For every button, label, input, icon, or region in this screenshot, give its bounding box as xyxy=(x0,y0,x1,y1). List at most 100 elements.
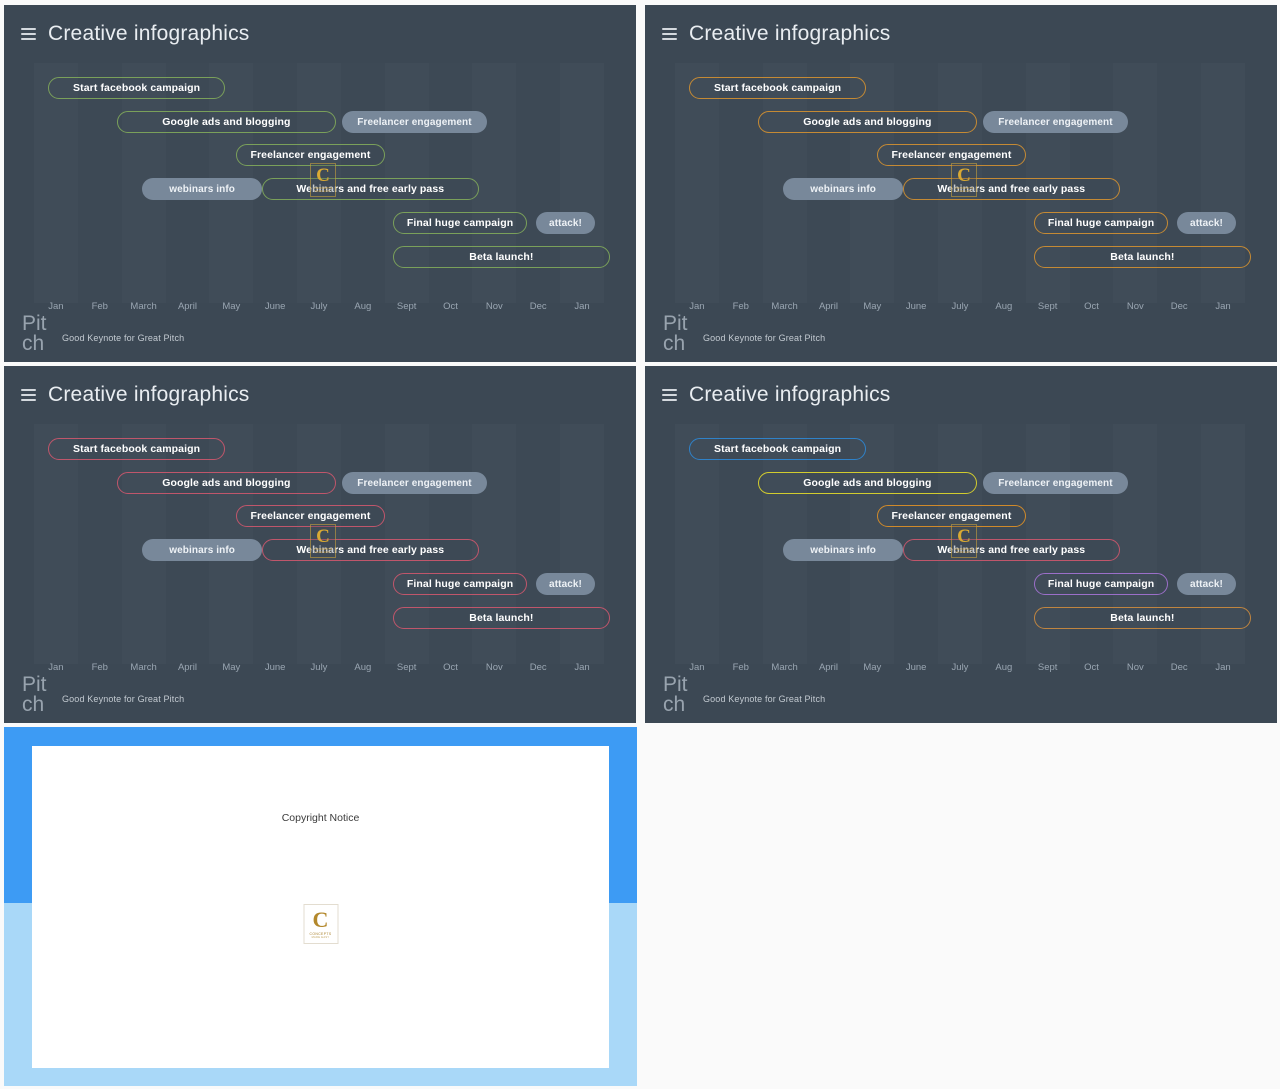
hamburger-menu-icon[interactable] xyxy=(21,389,36,401)
gantt-bar-label: Freelancer engagement xyxy=(250,510,371,522)
footer-brand: Pitch xyxy=(663,673,688,716)
copyright-sheet: Copyright Notice C CONCEPTS MADE EASY xyxy=(32,746,609,1068)
gantt-bar[interactable]: Freelancer engagement xyxy=(341,472,488,494)
gantt-bar-label: Webinars and free early pass xyxy=(937,544,1086,556)
gantt-bar-label: Freelancer engagement xyxy=(357,477,472,489)
gantt-bars: Start facebook campaign Google ads and bl… xyxy=(34,63,610,303)
footer-brand: Pitch xyxy=(22,673,47,716)
gantt-bar-label: Google ads and blogging xyxy=(803,116,932,128)
gantt-bar-label: Freelancer engagement xyxy=(998,477,1113,489)
gantt-bar-label: Beta launch! xyxy=(469,612,534,624)
screenshot-canvas: Creative infographics Start facebook cam… xyxy=(0,0,1280,1089)
copyright-notice-title: Copyright Notice xyxy=(281,812,360,824)
gantt-bar[interactable]: Google ads and blogging xyxy=(116,472,337,494)
footer-subtitle: Good Keynote for Great Pitch xyxy=(703,333,826,343)
gantt-bar[interactable]: Google ads and blogging xyxy=(757,472,978,494)
gantt-bar[interactable]: Start facebook campaign xyxy=(689,77,866,99)
gantt-bar-label: Final huge campaign xyxy=(1047,217,1155,229)
gantt-bar[interactable]: Freelancer engagement xyxy=(341,111,488,133)
logo-letter: C xyxy=(312,907,329,932)
gantt-bar[interactable]: attack! xyxy=(535,212,596,234)
gantt-bar-label: webinars info xyxy=(810,183,877,195)
gantt-bar-label: Start facebook campaign xyxy=(714,82,842,94)
gantt-bar-label: Webinars and free early pass xyxy=(937,183,1086,195)
gantt-bars: Start facebook campaign Google ads and bl… xyxy=(675,424,1251,664)
gantt-plot-area: Start facebook campaign Google ads and bl… xyxy=(34,63,610,303)
gantt-bar-label: Webinars and free early pass xyxy=(296,544,445,556)
gantt-bar[interactable]: webinars info xyxy=(783,539,903,561)
slide-panel-top-right[interactable]: Creative infographics Start facebook cam… xyxy=(645,5,1277,362)
gantt-bar-label: Freelancer engagement xyxy=(891,149,1012,161)
gantt-bar[interactable]: attack! xyxy=(1176,212,1237,234)
gantt-bar[interactable]: webinars info xyxy=(142,539,262,561)
slide-panel-bottom-left[interactable]: Creative infographics Start facebook cam… xyxy=(4,366,636,723)
gantt-bar[interactable]: Freelancer engagement xyxy=(236,144,385,166)
gantt-bar[interactable]: Start facebook campaign xyxy=(48,438,225,460)
gantt-bar[interactable]: Webinars and free early pass xyxy=(903,539,1120,561)
gantt-bar[interactable]: Freelancer engagement xyxy=(236,505,385,527)
gantt-bar[interactable]: Freelancer engagement xyxy=(877,144,1026,166)
gantt-bar[interactable]: attack! xyxy=(535,573,596,595)
gantt-bar[interactable]: webinars info xyxy=(783,178,903,200)
gantt-bar[interactable]: Beta launch! xyxy=(1034,246,1251,268)
gantt-bar[interactable]: Google ads and blogging xyxy=(757,111,978,133)
gantt-bar[interactable]: Freelancer engagement xyxy=(877,505,1026,527)
gantt-bar[interactable]: Webinars and free early pass xyxy=(262,539,479,561)
gantt-bar-label: Google ads and blogging xyxy=(162,116,291,128)
gantt-bar[interactable]: Final huge campaign xyxy=(1034,212,1169,234)
gantt-bar-label: Google ads and blogging xyxy=(162,477,291,489)
gantt-bar[interactable]: Google ads and blogging xyxy=(116,111,337,133)
footer-subtitle: Good Keynote for Great Pitch xyxy=(62,333,185,343)
slide-header: Creative infographics xyxy=(4,5,636,63)
gantt-bar[interactable]: Final huge campaign xyxy=(393,573,528,595)
footer-subtitle: Good Keynote for Great Pitch xyxy=(703,694,826,704)
slide-header: Creative infographics xyxy=(645,5,1277,63)
gantt-bar-label: Freelancer engagement xyxy=(357,116,472,128)
slide-panel-bottom-right[interactable]: Creative infographics Start facebook cam… xyxy=(645,366,1277,723)
slide-footer: Pitch Good Keynote for Great Pitch xyxy=(22,673,626,717)
gantt-bar[interactable]: Freelancer engagement xyxy=(982,472,1129,494)
gantt-bar[interactable]: Freelancer engagement xyxy=(982,111,1129,133)
gantt-bar[interactable]: Final huge campaign xyxy=(1034,573,1169,595)
gantt-bar[interactable]: Webinars and free early pass xyxy=(262,178,479,200)
slide-footer: Pitch Good Keynote for Great Pitch xyxy=(663,312,1267,356)
gantt-bar-label: Start facebook campaign xyxy=(73,82,201,94)
slide-header: Creative infographics xyxy=(645,366,1277,424)
gantt-bar[interactable]: attack! xyxy=(1176,573,1237,595)
gantt-bar[interactable]: webinars info xyxy=(142,178,262,200)
gantt-bar-label: Beta launch! xyxy=(1110,612,1175,624)
gantt-bar-label: Freelancer engagement xyxy=(998,116,1113,128)
gantt-bar-label: Start facebook campaign xyxy=(73,443,201,455)
slide-footer: Pitch Good Keynote for Great Pitch xyxy=(22,312,626,356)
footer-brand: Pitch xyxy=(663,312,688,355)
gantt-bar-label: Google ads and blogging xyxy=(803,477,932,489)
logo-tagline: MADE EASY xyxy=(311,936,330,939)
gantt-bar-label: attack! xyxy=(549,578,582,590)
page-title: Creative infographics xyxy=(689,22,891,45)
hamburger-menu-icon[interactable] xyxy=(21,28,36,40)
gantt-bar-label: Freelancer engagement xyxy=(891,510,1012,522)
slide-panel-top-left[interactable]: Creative infographics Start facebook cam… xyxy=(4,5,636,362)
gantt-bar-label: Beta launch! xyxy=(1110,251,1175,263)
hamburger-menu-icon[interactable] xyxy=(662,389,677,401)
gantt-bar-label: Final huge campaign xyxy=(1047,578,1155,590)
gantt-bar-label: webinars info xyxy=(169,544,236,556)
gantt-bar[interactable]: Webinars and free early pass xyxy=(903,178,1120,200)
gantt-bar[interactable]: Beta launch! xyxy=(393,246,610,268)
concepts-logo-icon: C CONCEPTS MADE EASY xyxy=(303,904,338,944)
gantt-bar[interactable]: Start facebook campaign xyxy=(689,438,866,460)
footer-brand: Pitch xyxy=(22,312,47,355)
hamburger-menu-icon[interactable] xyxy=(662,28,677,40)
page-title: Creative infographics xyxy=(689,383,891,406)
gantt-plot-area: Start facebook campaign Google ads and bl… xyxy=(675,424,1251,664)
page-title: Creative infographics xyxy=(48,22,250,45)
gantt-bar-label: Start facebook campaign xyxy=(714,443,842,455)
gantt-bar[interactable]: Start facebook campaign xyxy=(48,77,225,99)
gantt-bar[interactable]: Final huge campaign xyxy=(393,212,528,234)
gantt-plot-area: Start facebook campaign Google ads and bl… xyxy=(675,63,1251,303)
copyright-slide[interactable]: Copyright Notice C CONCEPTS MADE EASY xyxy=(4,727,637,1086)
gantt-bar[interactable]: Beta launch! xyxy=(1034,607,1251,629)
gantt-bar-label: Beta launch! xyxy=(469,251,534,263)
gantt-bar[interactable]: Beta launch! xyxy=(393,607,610,629)
slide-footer: Pitch Good Keynote for Great Pitch xyxy=(663,673,1267,717)
